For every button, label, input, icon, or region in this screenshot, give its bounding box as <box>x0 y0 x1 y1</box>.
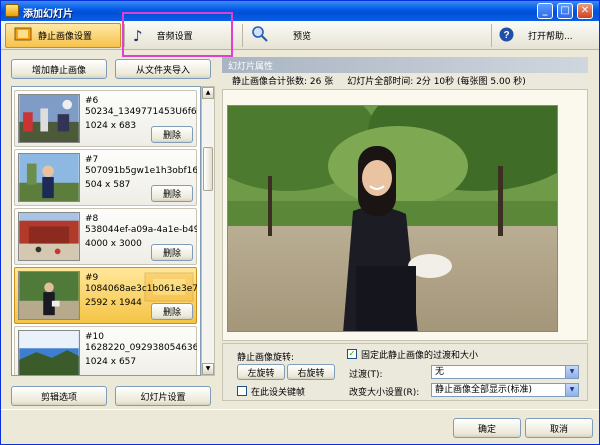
help-icon: ? <box>499 27 514 45</box>
help-button[interactable]: ? 打开帮助... <box>499 23 595 48</box>
transition-select[interactable]: 无 ▼ <box>431 365 579 379</box>
delete-button[interactable]: 删除 <box>151 244 193 261</box>
list-item-selected[interactable]: #9 1084068ae3c1b061e3e705d6a62 2592 x 19… <box>14 267 197 324</box>
dialog-window: 添加幻灯片 _ □ ✕ 静止画像设置 ♪ 音频设置 预览 ? 打开帮助... 增… <box>0 0 600 445</box>
fix-transition-label: 固定此静止画像的过渡和大小 <box>361 351 479 361</box>
delete-button[interactable]: 删除 <box>151 303 193 320</box>
toolbar-separator <box>124 24 125 47</box>
item-number: #7 <box>85 155 99 165</box>
add-image-button[interactable]: 增加静止画像 <box>11 59 107 79</box>
thumbnail-image <box>18 212 80 261</box>
toolbar: 静止画像设置 ♪ 音频设置 预览 ? 打开帮助... <box>1 21 599 50</box>
tab-audio-settings[interactable]: ♪ 音频设置 <box>133 23 233 48</box>
tab-label: 预览 <box>293 32 312 42</box>
maximize-button[interactable]: □ <box>557 3 573 19</box>
total-time: 幻灯片全部时间: 2分 10秒 (每张图 5.00 秒) <box>347 77 526 87</box>
slide-settings-panel: 静止画像旋转: 左旋转 右旋转 在此设关键帧 ✓ 固定此静止画像的过渡和大小 过… <box>222 343 588 401</box>
ok-button[interactable]: 确定 <box>453 418 521 438</box>
thumbnail-image <box>18 271 80 320</box>
cancel-button[interactable]: 取消 <box>525 418 593 438</box>
delete-button[interactable]: 删除 <box>151 185 193 202</box>
image-icon <box>14 27 32 44</box>
music-note-icon: ♪ <box>133 26 143 45</box>
tab-preview[interactable]: 预览 <box>251 23 351 48</box>
keyframe-label: 在此设关键帧 <box>251 388 306 398</box>
item-dimensions: 1024 x 683 <box>85 121 137 131</box>
help-label: 打开帮助... <box>528 32 573 42</box>
item-dimensions: 4000 x 3000 <box>85 239 142 249</box>
list-item[interactable]: #7 507091b5gw1e1h3obf16j.jpg 504 x 587 删… <box>14 149 197 206</box>
fix-transition-checkbox[interactable]: ✓ <box>347 349 357 359</box>
item-number: #6 <box>85 96 99 106</box>
scroll-up-icon[interactable]: ▲ <box>202 87 214 99</box>
scroll-thumb[interactable] <box>203 147 213 191</box>
rotate-label: 静止画像旋转: <box>237 353 295 363</box>
item-number: #8 <box>85 214 99 224</box>
list-scrollbar[interactable]: ▲ ▼ <box>201 86 215 376</box>
window-title: 添加幻灯片 <box>23 9 73 20</box>
item-filename: 1628220_092938054636_2.jpg <box>85 343 197 353</box>
item-filename: 538044ef-a09a-4a1e-b49a-56c9 <box>85 225 197 235</box>
dialog-footer: 确定 取消 <box>1 409 599 444</box>
app-slideshow-icon <box>5 4 19 17</box>
item-number: #10 <box>85 332 104 342</box>
thumbnail-image <box>18 330 80 375</box>
import-folder-button[interactable]: 从文件夹导入 <box>115 59 211 79</box>
tab-image-settings[interactable]: 静止画像设置 <box>5 23 121 48</box>
thumbnail-image <box>18 153 80 202</box>
slide-settings-button[interactable]: 幻灯片设置 <box>115 386 211 406</box>
resize-label: 改变大小设置(R): <box>349 388 420 398</box>
properties-summary: 静止画像合计张数: 26 张 幻灯片全部时间: 2分 10秒 (每张图 5.00… <box>222 73 588 88</box>
list-item[interactable]: #6 50234_1349771453U6f6.jpg 1024 x 683 删… <box>14 90 197 147</box>
item-filename: 507091b5gw1e1h3obf16j.jpg <box>85 166 197 176</box>
keyframe-checkbox[interactable] <box>237 386 247 396</box>
resize-value: 静止画像全部显示(标准) <box>435 385 533 395</box>
item-dimensions: 2592 x 1944 <box>85 298 142 308</box>
toolbar-separator <box>491 24 492 47</box>
thumbnail-image <box>18 94 80 143</box>
crop-options-button[interactable]: 剪辑选项 <box>11 386 107 406</box>
transition-value: 无 <box>435 367 445 377</box>
list-item[interactable]: #10 1628220_092938054636_2.jpg 1024 x 65… <box>14 326 197 375</box>
chevron-down-icon[interactable]: ▼ <box>565 384 578 396</box>
rotate-right-button[interactable]: 右旋转 <box>287 364 335 380</box>
minimize-button[interactable]: _ <box>537 3 553 19</box>
tab-label: 静止画像设置 <box>38 32 93 42</box>
item-filename: 50234_1349771453U6f6.jpg <box>85 107 197 117</box>
item-number: #9 <box>85 273 99 283</box>
transition-label: 过渡(T): <box>349 370 383 380</box>
tab-label: 音频设置 <box>156 32 193 42</box>
item-dimensions: 1024 x 657 <box>85 357 137 367</box>
list-item[interactable]: #8 538044ef-a09a-4a1e-b49a-56c9 4000 x 3… <box>14 208 197 265</box>
toolbar-separator <box>242 24 243 47</box>
preview-magnifier-icon <box>251 25 269 46</box>
preview-image <box>227 105 558 332</box>
delete-button[interactable]: 删除 <box>151 126 193 143</box>
chevron-down-icon[interactable]: ▼ <box>565 366 578 378</box>
resize-select[interactable]: 静止画像全部显示(标准) ▼ <box>431 383 579 397</box>
image-list: #6 50234_1349771453U6f6.jpg 1024 x 683 删… <box>11 86 201 376</box>
properties-header: 幻灯片属性 <box>222 57 588 73</box>
title-bar[interactable]: 添加幻灯片 _ □ ✕ <box>1 1 599 21</box>
item-dimensions: 504 x 587 <box>85 180 131 190</box>
close-button[interactable]: ✕ <box>577 3 593 19</box>
svg-text:?: ? <box>503 30 509 41</box>
scroll-down-icon[interactable]: ▼ <box>202 363 214 375</box>
image-count: 静止画像合计张数: 26 张 <box>232 77 334 87</box>
item-filename: 1084068ae3c1b061e3e705d6a62 <box>85 284 197 294</box>
rotate-left-button[interactable]: 左旋转 <box>237 364 285 380</box>
